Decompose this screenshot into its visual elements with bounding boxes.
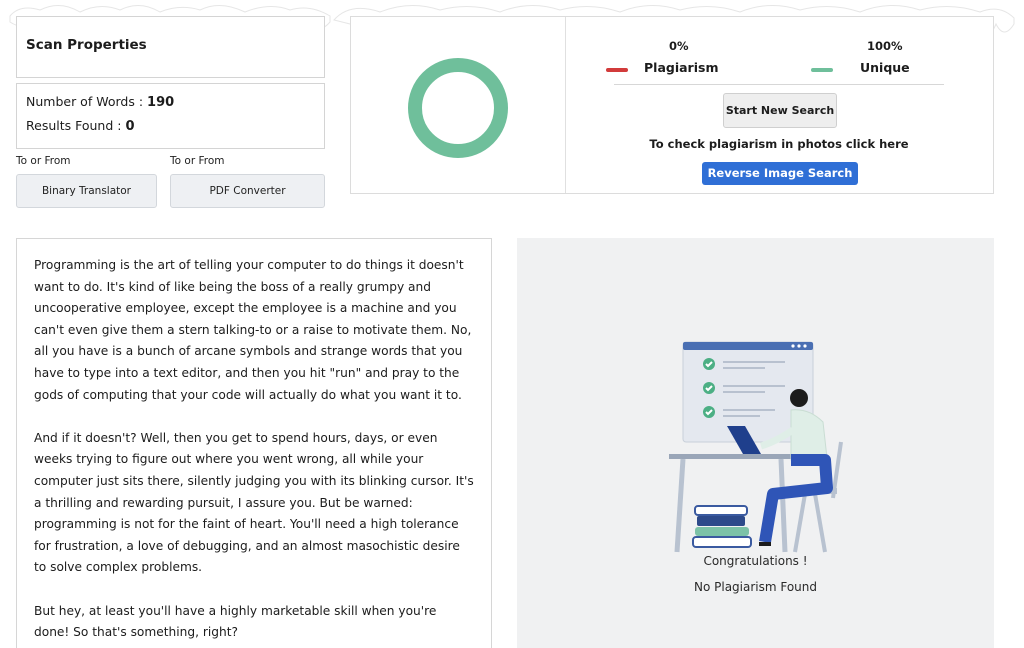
programmer-at-desk-illustration — [669, 341, 843, 553]
results-found-value: 0 — [125, 119, 135, 134]
text-content: Programming is the art of telling your c… — [34, 255, 474, 648]
result-divider — [565, 17, 566, 193]
text-panel: Programming is the art of telling your c… — [16, 238, 492, 648]
photo-check-text: To check plagiarism in photos click here — [649, 137, 909, 151]
words-count-row: Number of Words : 190 — [26, 94, 174, 110]
result-panel: 0% 100% Plagiarism Unique Start New Sear… — [350, 16, 994, 194]
results-found-label: Results Found : — [26, 118, 122, 133]
text-paragraph: But hey, at least you'll have a highly m… — [34, 603, 437, 640]
no-plagiarism-text: No Plagiarism Found — [693, 580, 818, 594]
words-count-value: 190 — [147, 95, 175, 110]
text-paragraph: Programming is the art of telling your c… — [34, 258, 472, 402]
unique-donut-chart — [408, 58, 508, 158]
unique-percent: 100% — [867, 39, 903, 53]
unique-legend-swatch — [811, 68, 833, 72]
results-found-row: Results Found : 0 — [26, 118, 135, 134]
plagiarism-percent: 0% — [669, 39, 689, 53]
text-paragraph: And if it doesn't? Well, then you get to… — [34, 430, 474, 575]
plagiarism-legend-swatch — [606, 68, 628, 72]
plagiarism-legend-label: Plagiarism — [644, 60, 719, 75]
result-separator — [614, 84, 944, 85]
tool-label-binary: To or From — [16, 155, 71, 167]
pdf-converter-button[interactable]: PDF Converter — [170, 174, 325, 208]
binary-translator-button[interactable]: Binary Translator — [16, 174, 157, 208]
unique-legend-label: Unique — [860, 60, 910, 75]
scan-stats-box: Number of Words : 190 Results Found : 0 — [16, 83, 325, 149]
reverse-image-search-button[interactable]: Reverse Image Search — [702, 162, 858, 185]
start-new-search-button[interactable]: Start New Search — [723, 93, 837, 128]
words-count-label: Number of Words : — [26, 94, 144, 109]
unique-ring — [408, 58, 508, 158]
congratulations-text: Congratulations ! — [703, 554, 808, 568]
scan-properties-box: Scan Properties — [16, 16, 325, 78]
tool-label-pdf: To or From — [170, 155, 225, 167]
congrats-panel: Congratulations ! No Plagiarism Found — [517, 238, 994, 648]
scan-properties-title: Scan Properties — [26, 37, 147, 53]
